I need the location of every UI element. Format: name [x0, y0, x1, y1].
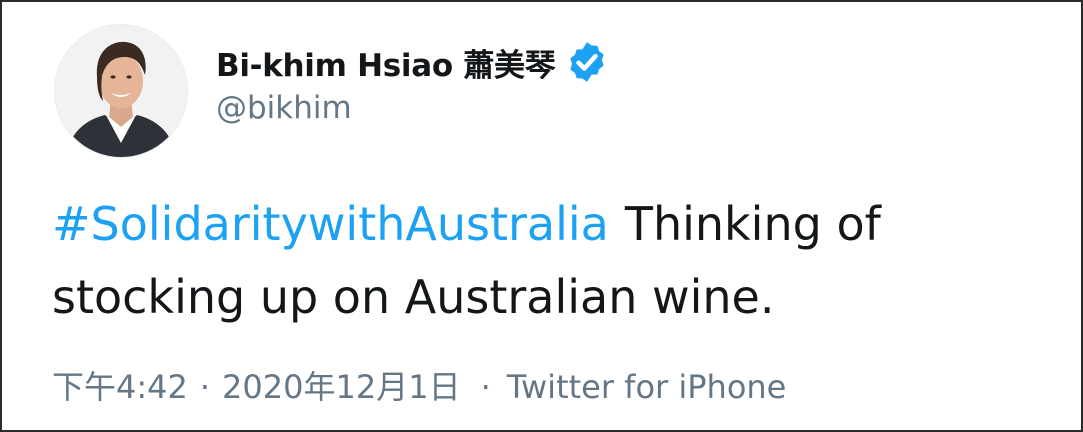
avatar[interactable]: [54, 24, 188, 158]
meta-separator: ·: [199, 368, 211, 406]
verified-badge-icon: [564, 39, 610, 85]
tweet-source[interactable]: Twitter for iPhone: [507, 368, 787, 406]
author-name-row: Bi-khim Hsiao 蕭美琴: [216, 40, 610, 84]
tweet-text: #SolidaritywithAustralia Thinking of stoc…: [52, 188, 1052, 334]
meta-separator: ·: [480, 368, 491, 406]
author-handle[interactable]: @bikhim: [216, 90, 352, 126]
tweet-date[interactable]: 2020年12月1日: [222, 368, 461, 406]
hashtag-link[interactable]: #SolidaritywithAustralia: [52, 197, 609, 251]
profile-photo: [55, 25, 187, 157]
author-display-name[interactable]: Bi-khim Hsiao 蕭美琴: [216, 40, 556, 85]
tweet-time[interactable]: 下午4:42: [52, 368, 188, 406]
tweet-card: Bi-khim Hsiao 蕭美琴 @bikhim #Solidaritywit…: [0, 0, 1083, 432]
tweet-meta: 下午4:42 · 2020年12月1日 · Twitter for iPhone: [52, 362, 786, 408]
